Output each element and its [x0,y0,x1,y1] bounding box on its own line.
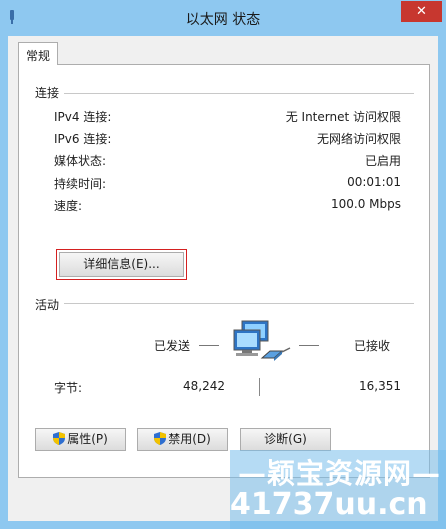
network-computers-icon [233,320,291,361]
watermark-site-url: 41737uu.cn [230,487,428,522]
duration-label: 持续时间: [54,177,107,191]
properties-button-label: 属性(P) [67,432,108,446]
diagnose-button[interactable]: 诊断(G) [240,428,331,451]
title-bar[interactable]: 以太网 状态 ✕ [0,0,446,36]
received-label: 已接收 [354,339,391,353]
ipv6-label: IPv6 连接: [54,132,112,146]
tab-general[interactable]: 常规 [18,42,58,65]
sent-label: 已发送 [154,339,191,353]
activity-divider [64,303,414,304]
close-button[interactable]: ✕ [401,1,442,22]
connection-divider [64,93,414,94]
ipv6-value: 无网络访问权限 [316,132,401,146]
ipv4-label: IPv4 连接: [54,110,112,124]
sent-line [199,345,219,346]
ipv4-value: 无 Internet 访问权限 [285,110,401,124]
bytes-label: 字节: [54,381,83,395]
bytes-sent-value: 48,242 [183,379,225,393]
general-panel: 连接 IPv4 连接: 无 Internet 访问权限 IPv6 连接: 无网络… [18,64,430,478]
media-state-label: 媒体状态: [54,154,107,168]
bytes-received-value: 16,351 [359,379,401,393]
received-line [299,345,319,346]
details-button-label: 详细信息(E)... [83,257,160,271]
disable-button-label: 禁用(D) [168,432,211,446]
details-button[interactable]: 详细信息(E)... [59,252,184,277]
diagnose-button-label: 诊断(G) [264,432,307,446]
uac-shield-icon [154,432,167,445]
bytes-divider [259,378,260,396]
uac-shield-icon [53,432,66,445]
media-state-value: 已启用 [364,154,401,168]
disable-button[interactable]: 禁用(D) [137,428,228,451]
window-title: 以太网 状态 [185,12,261,28]
properties-button[interactable]: 属性(P) [35,428,126,451]
speed-label: 速度: [54,199,83,213]
speed-value: 100.0 Mbps [330,197,401,211]
activity-section-label: 活动 [35,298,60,312]
status-dialog: 以太网 状态 ✕ 常规 连接 IPv4 连接: 无 Internet 访问权限 … [0,0,446,529]
connection-section-label: 连接 [35,86,60,100]
watermark-site-name: —颖宝资源网— [238,457,442,490]
tab-general-label: 常规 [26,49,51,63]
dialog-client-area: 常规 连接 IPv4 连接: 无 Internet 访问权限 IPv6 连接: … [8,36,438,521]
duration-value: 00:01:01 [347,175,401,189]
